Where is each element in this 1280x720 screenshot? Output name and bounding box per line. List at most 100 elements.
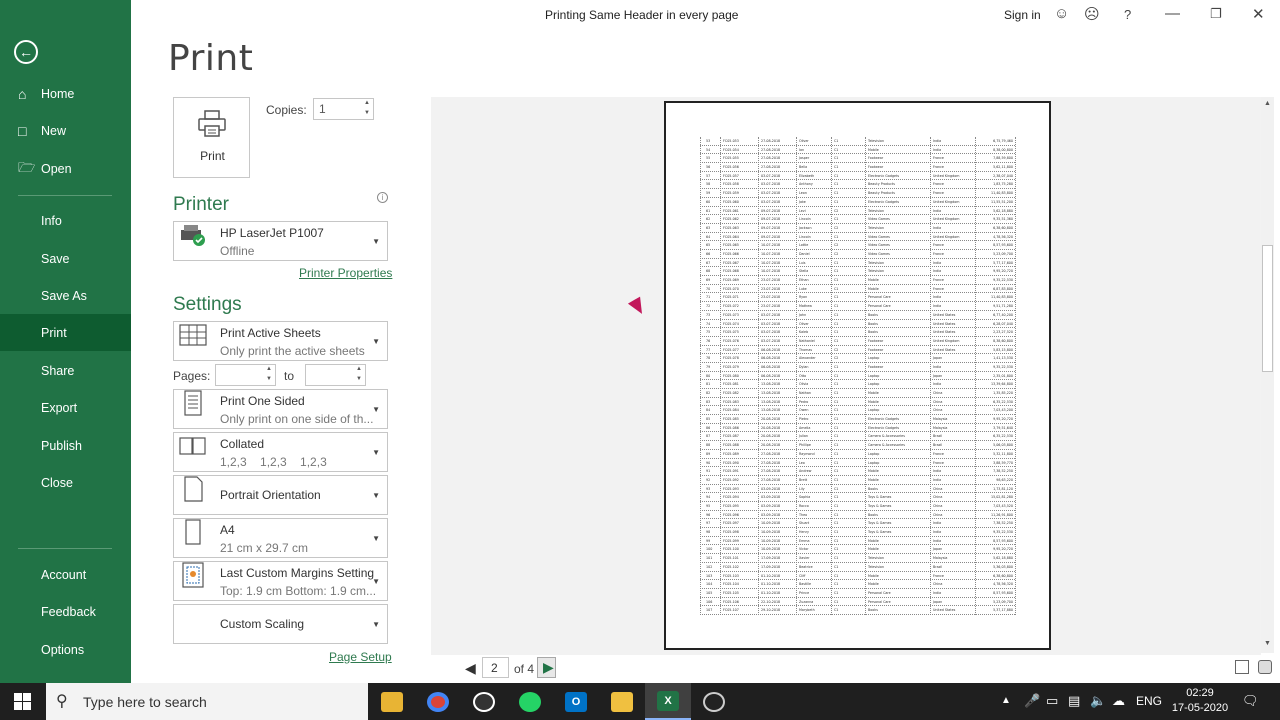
nav-save[interactable]: Save [0,240,131,277]
sheet-cell: Marybeth [799,608,815,613]
settings-heading: Settings [173,294,242,315]
sheet-cell: FC05-103 [723,573,739,578]
home-icon: ⌂ [18,85,27,102]
volume-icon[interactable]: 🔈 [1090,693,1106,709]
sheet-cell: 03-09-2018 [761,512,781,517]
scaling-dropdown[interactable]: Custom Scaling ▼ [173,604,388,644]
nav-info[interactable]: Info [0,202,131,239]
microphone-icon[interactable]: 🎤 [1024,693,1040,709]
sheet-cell: Footwear [868,364,884,369]
nav-account[interactable]: Account [0,556,131,593]
file-explorer-app[interactable] [369,683,415,720]
onedrive-icon[interactable]: ☁ [1112,693,1125,709]
orientation-dropdown[interactable]: Portrait Orientation ▼ [173,475,388,515]
sheet-cell: 83 [706,399,711,404]
folder-app[interactable] [599,683,645,720]
printer-dropdown[interactable]: HP LaserJet P1007 Offline ▼ [173,221,388,261]
nav-print[interactable]: Print [0,314,131,351]
spin-down-icon[interactable]: ▼ [356,376,362,382]
sheet-cell: Beauty Products [868,182,895,187]
nav-publish-label: Publish [41,438,82,453]
margins-dropdown[interactable]: Last Custom Margins Setting Top: 1.9 cm … [173,561,388,601]
nav-save-as[interactable]: Save As [0,277,131,314]
frown-feedback-icon[interactable]: ☹ [1084,5,1100,23]
preview-page: 53 FC05-053 27-08-2018 Oliver C1 Television In… [664,101,1051,650]
pages-from-input[interactable]: ▲ ▼ [215,364,276,386]
notifications-icon[interactable]: 🗨 [1242,693,1259,709]
sheet-cell: 11,55,51,200 [990,199,1013,204]
obs-app[interactable] [691,683,737,720]
sheet-cell: FC05-068 [723,269,739,274]
info-icon[interactable]: i [377,192,388,203]
pages-to-input[interactable]: ▲ ▼ [305,364,366,386]
page-number-input[interactable]: 2 [482,657,509,678]
spin-up-icon[interactable]: ▲ [266,366,272,372]
scroll-up-icon[interactable]: ▲ [1264,100,1271,107]
photos-app[interactable] [461,683,507,720]
nav-home[interactable]: ⌂ Home [0,75,131,112]
clock[interactable]: 02:29 17-05-2020 [1170,686,1230,716]
next-page-icon[interactable]: ▶ [537,657,556,678]
sheet-cell: 74 [706,321,711,326]
sheet-cell: C1 [834,391,839,396]
spin-down-icon[interactable]: ▼ [266,376,272,382]
copies-input[interactable]: 1 ▲ ▼ [313,98,374,120]
sheet-cell: Leo [799,460,805,465]
windows-start-icon[interactable] [14,693,31,710]
chevron-down-icon: ▼ [372,237,380,246]
close-icon[interactable]: ✕ [1252,5,1265,23]
battery-icon[interactable]: ▭ [1046,693,1058,709]
outlook-app[interactable]: O [553,683,599,720]
sides-dropdown[interactable]: Print One Sided Only print on one side o… [173,389,388,429]
print-button[interactable]: Print [173,97,250,178]
sheet-cell: Andrew [799,469,812,474]
language-indicator[interactable]: ENG [1136,694,1162,708]
nav-open[interactable]: 🗁 Open [0,150,131,187]
chrome-app[interactable] [415,683,461,720]
nav-close[interactable]: Close [0,464,131,501]
sheet-cell: Lottie [799,243,809,248]
sheet-cell: Brazil [933,443,943,448]
restore-icon[interactable]: ❐ [1210,6,1222,22]
show-margins-icon[interactable] [1235,660,1249,674]
whatsapp-app[interactable] [507,683,553,720]
sheet-cell: Television [868,556,885,561]
nav-new[interactable]: □ New [0,112,131,149]
spin-down-icon[interactable]: ▼ [364,110,370,116]
help-button[interactable]: ? [1124,7,1131,22]
sheet-cell: C1 [834,173,839,178]
printer-properties-link[interactable]: Printer Properties [299,266,392,280]
nav-options[interactable]: Options [0,631,131,668]
sheet-cell: C2 [834,208,839,213]
taskbar-search[interactable]: ⚲ Type here to search [46,683,368,720]
network-icon[interactable]: ▤ [1068,693,1080,709]
nav-share[interactable]: Share [0,352,131,389]
collation-dropdown[interactable]: Collated 1,2,3 1,2,3 1,2,3 ▼ [173,432,388,472]
nav-publish[interactable]: Publish [0,427,131,464]
tray-chevron-icon[interactable]: ▲ [1001,695,1011,706]
print-what-dropdown[interactable]: Print Active Sheets Only print the activ… [173,321,388,361]
smile-feedback-icon[interactable]: ☺ [1054,5,1069,22]
scroll-thumb[interactable] [1262,245,1273,372]
scroll-down-icon[interactable]: ▼ [1264,640,1271,647]
sheet-cell: Raymond [799,451,815,456]
page-setup-link[interactable]: Page Setup [329,650,392,664]
nav-home-label: Home [41,86,75,101]
sheet-cell: Luis [799,260,806,265]
sheet-cell: 27-08-2018 [761,451,781,456]
sheet-cell: Footwear [868,156,884,161]
spin-up-icon[interactable]: ▲ [364,100,370,106]
prev-page-icon[interactable]: ◀ [465,660,476,677]
zoom-to-page-icon[interactable] [1258,660,1272,674]
nav-export[interactable]: Export [0,389,131,426]
nav-feedback[interactable]: Feedback [0,593,131,630]
preview-scrollbar[interactable]: ▲ ▼ [1261,97,1274,653]
spin-up-icon[interactable]: ▲ [356,366,362,372]
excel-app[interactable]: X [645,683,691,720]
sheet-cell: C1 [834,573,839,578]
sheet-cell: China [933,512,943,517]
minimize-icon[interactable]: — [1165,5,1180,22]
sign-in-link[interactable]: Sign in [1004,8,1041,22]
paper-size-dropdown[interactable]: A4 21 cm x 29.7 cm ▼ [173,518,388,558]
back-arrow-icon[interactable]: ← [14,40,38,64]
